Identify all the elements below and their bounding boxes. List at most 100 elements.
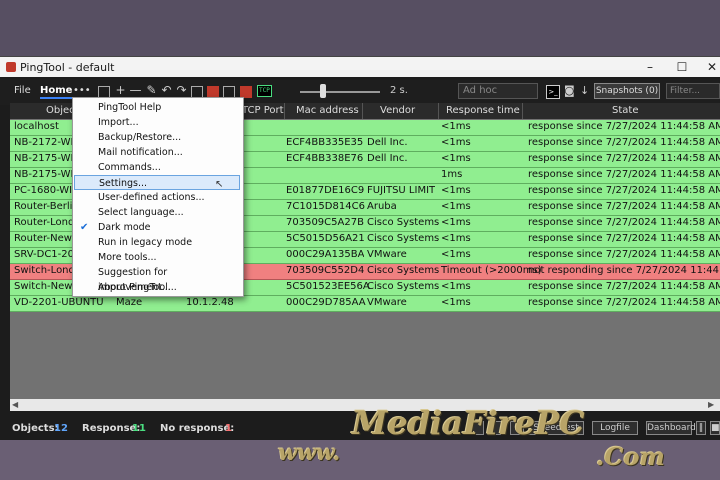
cell-vendor: Aruba <box>367 201 397 212</box>
col-state[interactable]: State <box>612 105 638 116</box>
scroll-left-icon[interactable]: ◀ <box>12 399 18 411</box>
adhoc-input[interactable]: Ad hoc <box>458 83 538 99</box>
scroll-right-icon[interactable]: ▶ <box>708 399 714 411</box>
maximize-button[interactable]: ☐ <box>668 59 696 75</box>
watermark-main: MediaFirePC <box>352 404 585 442</box>
cell-object: NB-2172-WIN <box>14 137 81 148</box>
menu-item-label: PingTool Help <box>98 102 162 113</box>
cell-object: NB-2175-WIN <box>14 169 81 180</box>
response-count: 11 <box>132 423 146 434</box>
menu-item[interactable]: Mail notification... <box>74 145 240 160</box>
add-icon[interactable]: + <box>114 84 127 97</box>
menu-item[interactable]: Select language... <box>74 205 240 220</box>
interval-slider-track[interactable] <box>300 91 380 93</box>
cell-response: <1ms <box>441 297 471 308</box>
more-dropdown-menu: PingTool Help Import... Backup/Restore... M… <box>72 97 244 297</box>
menu-item-label: Dark mode <box>98 222 151 233</box>
menu-item[interactable]: Run in legacy mode <box>74 235 240 250</box>
cell-object: NB-2175-WIN <box>14 153 81 164</box>
file-menu[interactable]: File <box>14 85 31 96</box>
dashboard-button[interactable]: Dashboard <box>646 421 696 435</box>
menu-item[interactable]: ✔ Dark mode <box>74 220 240 235</box>
camera-icon[interactable]: ◙ <box>564 84 575 97</box>
cell-object: VD-2201-UBUNTU <box>14 297 104 308</box>
cell-mac: 000C29A135BA <box>286 249 365 260</box>
close-button[interactable]: ✕ <box>698 59 720 75</box>
title-bar: PingTool - default – ☐ ✕ <box>0 57 720 77</box>
mouse-cursor-icon: ↖ <box>215 179 224 190</box>
cell-state: response since 7/27/2024 11:44:58 AM <box>528 137 720 148</box>
cell-mac: 000C29D785AA <box>286 297 366 308</box>
more-menu-button[interactable]: ••• <box>73 85 91 96</box>
logfile-button[interactable]: Logfile <box>592 421 638 435</box>
noresponse-label: No response: <box>160 423 235 434</box>
cell-vendor: Cisco Systems <box>367 265 440 276</box>
objects-label: Objects: <box>12 423 59 434</box>
menu-item[interactable]: About PingTool... <box>74 280 240 295</box>
cell-state: response since 7/27/2024 11:44:58 AM <box>528 169 720 180</box>
cell-vendor: Dell Inc. <box>367 137 408 148</box>
watermark-suffix: .Com <box>596 442 665 471</box>
menu-item-label: Run in legacy mode <box>98 237 193 248</box>
noresponse-count: 1 <box>225 423 232 434</box>
interval-value: 2 s. <box>390 85 408 96</box>
interval-slider-thumb[interactable] <box>320 84 326 98</box>
menu-item-label: Mail notification... <box>98 147 183 158</box>
col-vendor[interactable]: Vendor <box>380 105 415 116</box>
stop-icon[interactable]: ■ <box>710 421 720 435</box>
cell-response: <1ms <box>441 249 471 260</box>
menu-item[interactable]: Import... <box>74 115 240 130</box>
menu-item[interactable]: Suggestion for improvement... <box>74 265 240 293</box>
menu-item[interactable]: PingTool Help <box>74 100 240 115</box>
edit-icon[interactable]: ✎ <box>145 84 158 97</box>
cell-response: <1ms <box>441 201 471 212</box>
cell-response: <1ms <box>441 137 471 148</box>
cell-vendor: VMware <box>367 297 407 308</box>
cell-response: <1ms <box>441 233 471 244</box>
cell-state: response since 7/27/2024 11:44:58 AM <box>528 153 720 164</box>
cell-vendor: Cisco Systems <box>367 233 440 244</box>
home-tab[interactable]: Home <box>40 85 73 99</box>
col-tcp-port[interactable]: TCP Port <box>242 105 284 116</box>
minimize-button[interactable]: – <box>636 59 664 75</box>
cell-vendor: Cisco Systems <box>367 217 440 228</box>
cell-state: response since 7/27/2024 11:44:58 AM <box>528 233 720 244</box>
cell-state: response since 7/27/2024 11:44:58 AM <box>528 185 720 196</box>
cell-state: response since 7/27/2024 11:44:58 AM <box>528 281 720 292</box>
cell-mac: 703509C5A27B <box>286 217 364 228</box>
cell-mac: ECF4BB338E76 <box>286 153 364 164</box>
menu-item[interactable]: User-defined actions... <box>74 190 240 205</box>
redo-icon[interactable]: ↷ <box>175 84 188 97</box>
tcp-icon[interactable]: TCP <box>257 85 272 97</box>
terminal-icon[interactable]: >_ <box>546 85 560 99</box>
cell-description: Maze <box>116 297 143 308</box>
cell-mac: 7C1015D814C6 <box>286 201 365 212</box>
menu-item-label: More tools... <box>98 252 157 263</box>
cell-vendor: VMware <box>367 249 407 260</box>
app-icon <box>6 62 16 72</box>
cell-response: 1ms <box>441 169 463 180</box>
undo-icon[interactable]: ↶ <box>160 84 173 97</box>
cell-object: Router-Berlin <box>14 201 79 212</box>
cell-mac: E01877DE16C9 <box>286 185 365 196</box>
col-mac[interactable]: Mac address <box>296 105 359 116</box>
cell-vendor: FUJITSU LIMIT <box>367 185 436 196</box>
col-response[interactable]: Response time <box>446 105 520 116</box>
cell-response: Timeout (>2000ms) <box>441 265 542 276</box>
table-row[interactable]: VD-2201-UBUNTU Maze 10.1.2.48 000C29D785AA V… <box>10 296 720 312</box>
filter-input[interactable]: Filter... <box>666 83 720 99</box>
cell-state: response since 7/27/2024 11:44:58 AM <box>528 201 720 212</box>
cell-mac: 5C5015D56A21 <box>286 233 365 244</box>
download-icon[interactable]: ↓ <box>580 84 589 97</box>
checkmark-icon: ✔ <box>80 222 89 233</box>
menu-item[interactable]: Commands... <box>74 160 240 175</box>
remove-icon[interactable]: — <box>129 84 142 97</box>
cell-mac: 5C501523EE56A <box>286 281 370 292</box>
cell-state: response since 7/27/2024 11:44:58 AM <box>528 121 720 132</box>
cell-object: SRV-DC1-202 <box>14 249 81 260</box>
pause-icon[interactable]: ‖ <box>696 421 706 435</box>
menu-item[interactable]: Backup/Restore... <box>74 130 240 145</box>
snapshots-button[interactable]: Snapshots (0) <box>594 83 660 99</box>
menu-item[interactable]: More tools... <box>74 250 240 265</box>
cell-object: Switch-Londo <box>14 265 81 276</box>
